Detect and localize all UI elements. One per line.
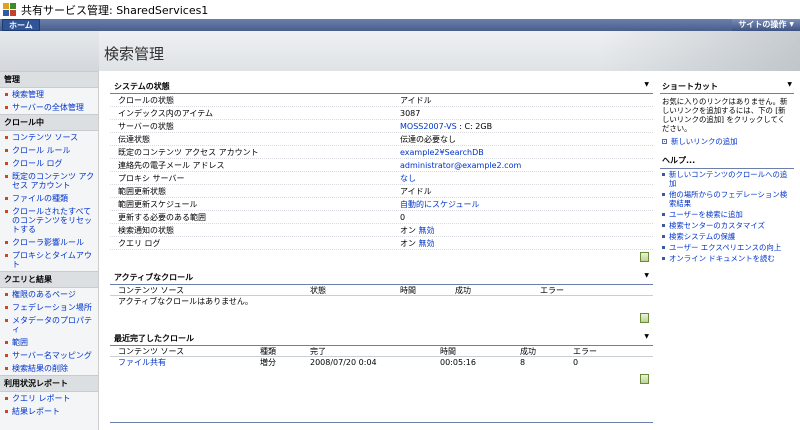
scope-schedule-link[interactable]: 自動的にスケジュール [400, 200, 479, 209]
nav-item[interactable]: フェデレーション場所 [0, 301, 98, 314]
chevron-down-icon[interactable]: ▼ [644, 81, 649, 88]
nav-item[interactable]: プロキシとタイムアウト [0, 249, 98, 271]
status-row: 検索通知の状態 オン 無効 [110, 224, 653, 237]
nav-item[interactable]: 既定のコンテンツ アクセス アカウント [0, 170, 98, 192]
help-link[interactable]: オンライン ドキュメントを読む [660, 253, 794, 264]
nav-item[interactable]: クローラ影響ルール [0, 236, 98, 249]
status-row: サーバーの状態 MOSS2007-VS : C: 2GB [110, 120, 653, 133]
disable-alerts-link[interactable]: 無効 [419, 226, 435, 235]
site-actions-label: サイトの操作 [738, 20, 787, 29]
top-navigation: ホーム サイトの操作 ▼ [0, 19, 800, 31]
contact-email-link[interactable]: administrator@example2.com [400, 161, 521, 170]
right-column: ショートカット ▼ お気に入りのリンクはありません。新しいリンクを追加するには、… [660, 79, 794, 264]
panel-title: システムの状態 ▼ [110, 79, 653, 94]
nav-item[interactable]: クエリ レポート [0, 392, 98, 405]
disable-query-log-link[interactable]: 無効 [419, 239, 435, 248]
help-link[interactable]: 検索センターのカスタマイズ [660, 220, 794, 231]
empty-message: アクティブなクロールはありません。 [118, 297, 253, 306]
help-link[interactable]: 他の場所からのフェデレーション検索結果 [660, 189, 794, 209]
recent-crawls-panel: 最近完了したクロール ▼ コンテンツ ソース 種類 完了 時間 成功 エラー フ… [110, 331, 653, 386]
nav-group-usage-reports[interactable]: 利用状況レポート [0, 375, 98, 392]
shortcuts-title: ショートカット ▼ [660, 79, 794, 94]
nav-item[interactable]: 範囲 [0, 336, 98, 349]
add-link-icon [662, 139, 667, 144]
help-link[interactable]: ユーザー エクスペリエンスの向上 [660, 242, 794, 253]
chevron-down-icon: ▼ [789, 21, 794, 28]
content-access-account-link[interactable]: example2¥SearchDB [400, 148, 484, 157]
nav-item[interactable]: ファイルの種類 [0, 192, 98, 205]
nav-item[interactable]: メタデータのプロパティ [0, 314, 98, 336]
nav-item[interactable]: 検索管理 [0, 88, 98, 101]
edit-web-part-icon[interactable] [640, 252, 649, 262]
content-source-link[interactable]: ファイル共有 [118, 358, 166, 367]
help-link[interactable]: 新しいコンテンツのクロールへの追加 [660, 169, 794, 189]
table-row: ファイル共有 増分 2008/07/20 0:04 00:05:16 8 0 [118, 358, 579, 367]
nav-group-queries[interactable]: クエリと結果 [0, 271, 98, 288]
left-navigation: 管理 検索管理 サーバーの全体管理 クロール中 コンテンツ ソース クロール ル… [0, 71, 99, 430]
status-row: 更新する必要のある範囲 0 [110, 211, 653, 224]
status-row: プロキシ サーバー なし [110, 172, 653, 185]
sharepoint-logo-icon [3, 2, 17, 17]
add-new-link[interactable]: 新しいリンクの追加 [660, 136, 794, 147]
page-header: 検索管理 [0, 31, 800, 71]
panel-title: 最近完了したクロール ▼ [110, 331, 653, 346]
panel-title: アクティブなクロール ▼ [110, 270, 653, 285]
table-header: コンテンツ ソース 状態 時間 成功 エラー [110, 285, 653, 296]
nav-group-admin[interactable]: 管理 [0, 71, 98, 88]
table-header: コンテンツ ソース 種類 完了 時間 成功 エラー [110, 346, 653, 357]
nav-item[interactable]: 検索結果の削除 [0, 362, 98, 375]
status-row: 既定のコンテンツ アクセス アカウント example2¥SearchDB [110, 146, 653, 159]
main-content: システムの状態 ▼ クロールの状態 アイドル インデックス内のアイテム 3087 サ… [110, 79, 653, 392]
system-status-panel: システムの状態 ▼ クロールの状態 アイドル インデックス内のアイテム 3087 サ… [110, 79, 653, 264]
active-crawls-panel: アクティブなクロール ▼ コンテンツ ソース 状態 時間 成功 エラー アクティ… [110, 270, 653, 325]
chevron-down-icon[interactable]: ▼ [787, 81, 792, 88]
site-title: 共有サービス管理: SharedServices1 [21, 3, 209, 17]
nav-item[interactable]: 結果レポート [0, 405, 98, 418]
edit-web-part-icon[interactable] [640, 313, 649, 323]
nav-item[interactable]: コンテンツ ソース [0, 131, 98, 144]
status-row: 連絡先の電子メール アドレス administrator@example2.com [110, 159, 653, 172]
nav-group-crawling[interactable]: クロール中 [0, 114, 98, 131]
help-link[interactable]: 検索システムの保護 [660, 231, 794, 242]
nav-item[interactable]: クロール ルール [0, 144, 98, 157]
site-actions-menu[interactable]: サイトの操作 ▼ [732, 19, 800, 31]
nav-item[interactable]: サーバーの全体管理 [0, 101, 98, 114]
nav-item[interactable]: 権限のあるページ [0, 288, 98, 301]
status-row: 伝達状態 伝達の必要なし [110, 133, 653, 146]
chevron-down-icon[interactable]: ▼ [644, 272, 649, 279]
status-row: クロールの状態 アイドル [110, 94, 653, 107]
tab-home[interactable]: ホーム [2, 19, 40, 31]
shortcuts-text: お気に入りのリンクはありません。新しいリンクを追加するには、下の [新しいリンク… [662, 97, 788, 133]
server-link[interactable]: MOSS2007-VS [400, 122, 457, 131]
nav-item[interactable]: クロール ログ [0, 157, 98, 170]
chevron-down-icon[interactable]: ▼ [644, 333, 649, 340]
help-title: ヘルプ... [660, 147, 794, 169]
page-title: 検索管理 [104, 45, 165, 63]
nav-item[interactable]: クロールされたすべてのコンテンツをリセットする [0, 205, 98, 236]
nav-item[interactable]: サーバー名マッピング [0, 349, 98, 362]
help-link[interactable]: ユーザーを検索に追加 [660, 209, 794, 220]
title-bar: 共有サービス管理: SharedServices1 [0, 0, 800, 19]
status-row: 範囲更新状態 アイドル [110, 185, 653, 198]
proxy-server-link[interactable]: なし [400, 174, 416, 183]
status-row: 範囲更新スケジュール 自動的にスケジュール [110, 198, 653, 211]
status-row: クエリ ログ オン 無効 [110, 237, 653, 250]
status-row: インデックス内のアイテム 3087 [110, 107, 653, 120]
edit-web-part-icon[interactable] [640, 374, 649, 384]
